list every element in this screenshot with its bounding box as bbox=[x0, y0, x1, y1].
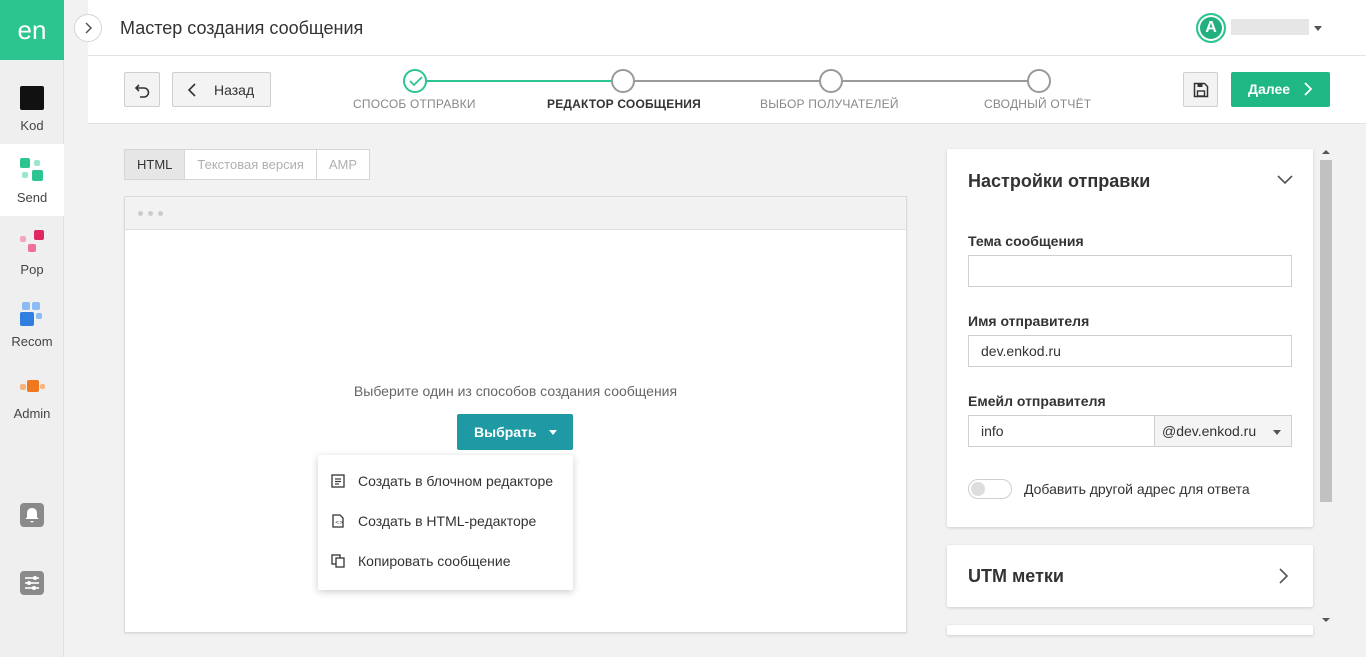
tab-amp[interactable]: AMP bbox=[315, 149, 371, 180]
chevron-right-icon bbox=[1304, 82, 1313, 96]
wizard-toolbar: Назад Способ отправки Редактор сообщения… bbox=[88, 56, 1366, 124]
step-1-circle[interactable] bbox=[403, 69, 427, 93]
tab-text-version[interactable]: Текстовая версия bbox=[184, 149, 317, 180]
scroll-down-arrow-icon[interactable] bbox=[1322, 618, 1330, 622]
back-button[interactable]: Назад bbox=[172, 72, 271, 107]
expand-sidebar-button[interactable] bbox=[74, 14, 102, 42]
choose-method-button[interactable]: Выбрать bbox=[457, 414, 573, 450]
sidebar-item-label: Send bbox=[16, 190, 48, 205]
save-button[interactable] bbox=[1183, 72, 1218, 107]
chevron-right-icon[interactable] bbox=[1279, 568, 1289, 584]
window-dot bbox=[158, 211, 163, 216]
sidebar-item-recom[interactable]: Recom bbox=[0, 288, 64, 360]
sidebar-item-label: Admin bbox=[13, 406, 51, 421]
user-name-redacted[interactable] bbox=[1231, 19, 1309, 35]
chevron-left-icon bbox=[187, 83, 196, 97]
subject-label: Тема сообщения bbox=[968, 233, 1084, 249]
check-icon bbox=[409, 76, 423, 87]
reply-address-toggle[interactable] bbox=[968, 479, 1012, 499]
next-button-label: Далее bbox=[1248, 81, 1291, 97]
scrollbar-thumb[interactable] bbox=[1320, 160, 1332, 502]
send-settings-card: Настройки отправки Тема сообщения Имя от… bbox=[947, 149, 1313, 527]
sender-domain-select[interactable]: @dev.enkod.ru bbox=[1154, 415, 1292, 447]
step-3-circle[interactable] bbox=[819, 69, 843, 93]
step-connector bbox=[415, 80, 623, 82]
menu-item-label: Создать в блочном редакторе bbox=[358, 473, 554, 489]
step-2-circle[interactable] bbox=[611, 69, 635, 93]
undo-button[interactable] bbox=[124, 72, 160, 107]
back-button-label: Назад bbox=[214, 82, 255, 98]
utm-card[interactable]: UTM метки bbox=[947, 545, 1313, 607]
sidebar-item-label: Pop bbox=[20, 262, 44, 277]
sender-email-input[interactable]: info bbox=[968, 415, 1155, 447]
sidebar-item-label: Kod bbox=[20, 118, 44, 133]
toggle-knob bbox=[971, 482, 985, 496]
menu-item-block-editor[interactable]: Создать в блочном редакторе bbox=[318, 461, 573, 501]
bell-icon[interactable] bbox=[20, 503, 44, 527]
save-icon bbox=[1193, 82, 1209, 98]
chevron-down-icon[interactable] bbox=[1277, 175, 1293, 185]
copy-icon bbox=[331, 554, 345, 568]
editor-hint: Выберите один из способов создания сообщ… bbox=[353, 383, 678, 399]
subject-input[interactable] bbox=[968, 255, 1292, 287]
window-dot bbox=[148, 211, 153, 216]
step-2-label[interactable]: Редактор сообщения bbox=[547, 97, 701, 111]
block-editor-icon bbox=[331, 474, 345, 488]
choose-button-label: Выбрать bbox=[474, 424, 537, 440]
avatar[interactable]: A bbox=[1196, 13, 1226, 43]
left-rail: en Kod Send Pop Recom Admin bbox=[0, 0, 64, 657]
next-settings-card bbox=[947, 625, 1313, 635]
sidebar-item-label: Recom bbox=[11, 334, 53, 349]
undo-icon bbox=[134, 84, 150, 98]
menu-item-label: Создать в HTML-редакторе bbox=[358, 513, 537, 529]
step-4-label[interactable]: Сводный отчёт bbox=[984, 97, 1091, 111]
utm-title: UTM метки bbox=[968, 566, 1064, 586]
step-3-label[interactable]: Выбор получателей bbox=[760, 97, 899, 111]
sender-name-input[interactable]: dev.enkod.ru bbox=[968, 335, 1292, 367]
recom-icon bbox=[20, 302, 44, 326]
menu-item-html-editor[interactable]: <> Создать в HTML-редакторе bbox=[318, 501, 573, 541]
sender-name-label: Имя отправителя bbox=[968, 313, 1090, 329]
pop-icon bbox=[20, 230, 44, 254]
step-connector bbox=[623, 80, 831, 82]
kod-icon bbox=[20, 86, 44, 110]
sidebar-item-pop[interactable]: Pop bbox=[0, 216, 64, 288]
next-button[interactable]: Далее bbox=[1231, 72, 1330, 107]
svg-text:<>: <> bbox=[335, 520, 343, 526]
step-connector bbox=[831, 80, 1039, 82]
page-title: Мастер создания сообщения bbox=[120, 18, 364, 38]
step-4-circle[interactable] bbox=[1027, 69, 1051, 93]
user-menu-caret-icon[interactable] bbox=[1314, 26, 1322, 31]
editor-window-bar bbox=[125, 197, 906, 230]
app-logo[interactable]: en bbox=[0, 0, 64, 60]
chevron-right-icon bbox=[85, 22, 93, 34]
step-1-label[interactable]: Способ отправки bbox=[353, 97, 476, 111]
sidebar-item-kod[interactable]: Kod bbox=[0, 72, 64, 144]
send-icon bbox=[20, 158, 44, 182]
menu-item-copy-message[interactable]: Копировать сообщение bbox=[318, 541, 573, 581]
settings-sliders-icon[interactable] bbox=[20, 571, 44, 595]
admin-icon bbox=[20, 374, 45, 398]
scroll-up-arrow-icon[interactable] bbox=[1322, 150, 1330, 154]
sender-email-label: Емейл отправителя bbox=[968, 393, 1106, 409]
settings-title: Настройки отправки bbox=[968, 171, 1151, 191]
reply-toggle-label: Добавить другой адрес для ответа bbox=[1024, 481, 1250, 497]
sidebar-item-send[interactable]: Send bbox=[0, 144, 64, 216]
top-header: Мастер создания сообщения A bbox=[88, 0, 1366, 56]
caret-down-icon bbox=[1273, 430, 1281, 435]
editor-tabs: HTML Текстовая версия AMP bbox=[124, 149, 371, 180]
sidebar-item-admin[interactable]: Admin bbox=[0, 360, 64, 432]
sender-domain-value: @dev.enkod.ru bbox=[1162, 423, 1257, 439]
html-file-icon: <> bbox=[332, 514, 344, 528]
caret-down-icon bbox=[549, 430, 557, 435]
menu-item-label: Копировать сообщение bbox=[358, 553, 511, 569]
tab-html[interactable]: HTML bbox=[124, 149, 186, 180]
window-dot bbox=[138, 211, 143, 216]
choose-method-menu: Создать в блочном редакторе <> Создать в… bbox=[318, 455, 573, 590]
